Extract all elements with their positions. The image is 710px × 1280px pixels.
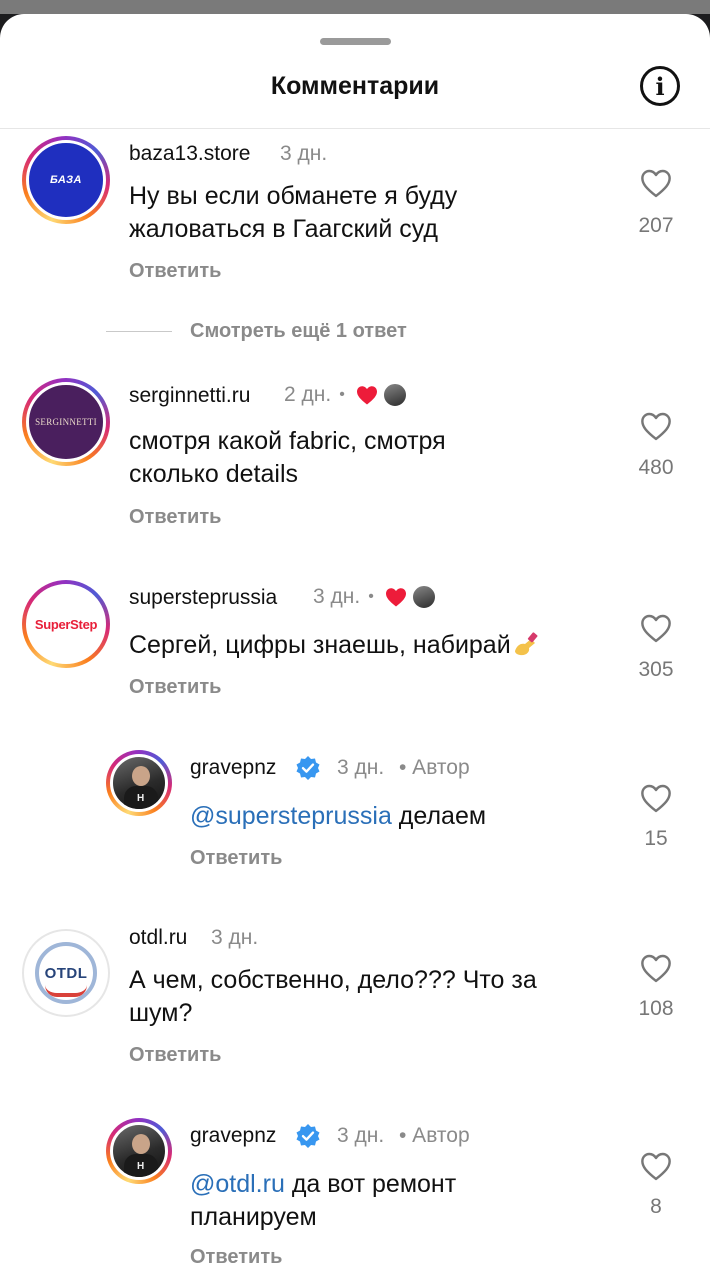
verified-badge-icon [296, 756, 320, 780]
author-mini-avatar [381, 382, 408, 408]
nail-polish-emoji-icon [514, 632, 538, 656]
heart-outline-icon [641, 614, 671, 643]
avatar-logo-text: БАЗА [50, 174, 82, 186]
comment-username[interactable]: supersteprussia [129, 586, 277, 610]
reply-button[interactable]: Ответить [129, 506, 221, 529]
comment-time: 3 дн. [313, 585, 361, 608]
like-count: 305 [638, 658, 674, 681]
view-more-line [106, 330, 172, 332]
comment-text-line: жаловаться в Гаагский суд [129, 215, 439, 243]
comment-text-line: шум? [129, 999, 193, 1027]
like-count: 207 [638, 214, 674, 237]
meta-dot: • [339, 386, 345, 403]
heart-outline-icon [641, 784, 671, 813]
avatar[interactable]: SERGINNETTI [22, 378, 110, 466]
author-liked-heart-icon [385, 588, 406, 607]
avatar[interactable]: H [106, 1118, 172, 1184]
meta-dot: • [368, 588, 374, 605]
like-button[interactable] [636, 953, 676, 983]
like-count: 15 [644, 827, 668, 850]
author-badge: • Автор [399, 1124, 470, 1147]
page-title: Комментарии [270, 72, 440, 100]
avatar[interactable]: OTDL [22, 929, 110, 1017]
avatar-figure-head [132, 766, 150, 786]
like-button[interactable] [636, 783, 676, 813]
like-button[interactable] [636, 411, 676, 441]
avatar-logo-text: OTDL [44, 964, 88, 982]
avatar-mark: H [137, 793, 145, 804]
heart-outline-icon [641, 412, 671, 441]
mention-link[interactable]: @supersteprussia [190, 802, 392, 830]
avatar[interactable]: H [106, 750, 172, 816]
avatar[interactable]: SuperStep [22, 580, 110, 668]
comment-text-body: Сергей, цифры знаешь, набирай [129, 631, 511, 659]
author-mini-avatar [410, 584, 437, 610]
avatar[interactable]: БАЗА [22, 136, 110, 224]
reply-text-body: делаем [391, 802, 487, 830]
comment-username[interactable]: otdl.ru [129, 926, 187, 950]
comment-text-line: сколько details [129, 460, 299, 488]
reply-text: @otdl.ru да вот ремонт [190, 1168, 456, 1201]
heart-outline-icon [641, 169, 671, 198]
view-more-label: Смотреть ещё 1 ответ [190, 319, 407, 342]
verified-badge-icon [296, 1124, 320, 1148]
like-button[interactable] [636, 1151, 676, 1181]
otdl-logo-ring: OTDL [35, 942, 97, 1004]
avatar-image: SuperStep [26, 584, 106, 664]
reply-button[interactable]: Ответить [190, 1246, 282, 1269]
view-more-replies[interactable]: Смотреть ещё 1 ответ [106, 316, 407, 346]
like-button[interactable] [636, 168, 676, 198]
avatar-logo-text: SERGINNETTI [35, 417, 97, 427]
avatar-image: БАЗА [26, 140, 106, 220]
comment-time: 3 дн. [337, 1124, 385, 1147]
comment-time: 2 дн. [284, 383, 332, 406]
header-divider [0, 128, 710, 129]
comment-text-line: А чем, собственно, дело??? Что за [129, 966, 537, 994]
comment-text: Сергей, цифры знаешь, набирай [129, 629, 539, 662]
avatar-mark: H [137, 1161, 145, 1172]
reply-text-body: да вот ремонт [284, 1170, 457, 1198]
comment-meta: 3 дн. • [313, 584, 437, 610]
like-count: 108 [638, 997, 674, 1020]
like-button[interactable] [636, 613, 676, 643]
mention-link[interactable]: @otdl.ru [190, 1170, 285, 1198]
comment-time: 3 дн. [211, 926, 259, 949]
comment-text-line: смотря какой fabric, смотря [129, 427, 446, 455]
comment-username[interactable]: baza13.store [129, 142, 250, 166]
avatar-image: OTDL [24, 931, 108, 1015]
avatar-image: H [110, 1122, 168, 1180]
heart-outline-icon [641, 1152, 671, 1181]
info-glyph: i [655, 71, 665, 101]
comment-time: 3 дн. [280, 142, 328, 165]
reply-text-line: планируем [190, 1203, 317, 1231]
reply-button[interactable]: Ответить [190, 847, 282, 870]
avatar-image: H [110, 754, 168, 812]
avatar-logo-text: SuperStep [34, 616, 98, 632]
reply-button[interactable]: Ответить [129, 676, 221, 699]
info-icon[interactable]: i [640, 66, 680, 106]
reply-button[interactable]: Ответить [129, 260, 221, 283]
comment-meta: 2 дн. • [284, 382, 408, 408]
heart-outline-icon [641, 954, 671, 983]
author-liked-heart-icon [356, 386, 377, 405]
like-count: 480 [638, 456, 674, 479]
comment-time: 3 дн. [337, 756, 385, 779]
comment-username[interactable]: gravepnz [190, 1124, 276, 1148]
like-count: 8 [650, 1195, 662, 1218]
avatar-image: SERGINNETTI [26, 382, 106, 462]
reply-text: @supersteprussia делаем [190, 800, 486, 833]
comment-username[interactable]: serginnetti.ru [129, 384, 250, 408]
comment-text-line: Ну вы если обманете я буду [129, 182, 458, 210]
comment-username[interactable]: gravepnz [190, 756, 276, 780]
sheet-drag-handle[interactable] [320, 38, 391, 45]
status-strip [0, 0, 710, 14]
author-badge: • Автор [399, 756, 470, 779]
reply-button[interactable]: Ответить [129, 1044, 221, 1067]
avatar-figure-head [132, 1134, 150, 1154]
comments-sheet: Комментарии i БАЗА baza13.store 3 дн. Ну… [0, 14, 710, 1280]
